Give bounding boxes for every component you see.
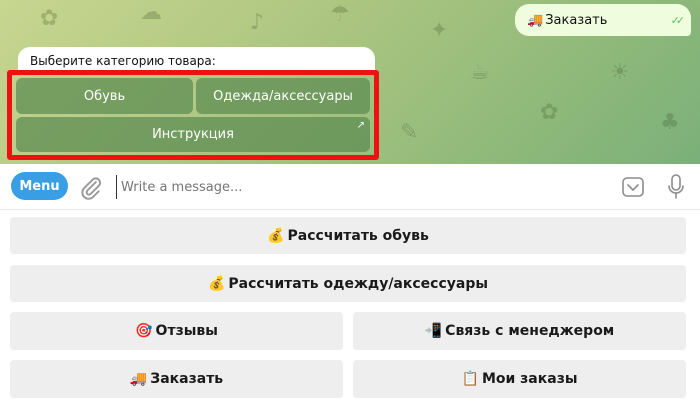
message-input-bar: Menu <box>0 164 700 210</box>
reply-button-label: Рассчитать одежду/аксессуары <box>228 275 489 292</box>
doodle-icon: ☁ <box>140 0 162 25</box>
doodle-icon: ♪ <box>250 10 265 35</box>
calc-clothing-button[interactable]: 💰 Рассчитать одежду/аксессуары <box>10 265 686 302</box>
order-button[interactable]: 🚚 Заказать <box>10 360 343 398</box>
outgoing-message[interactable]: 🚚 Заказать ✓✓ <box>515 4 691 36</box>
paperclip-icon[interactable] <box>78 175 104 201</box>
menu-button-label: Menu <box>19 178 60 194</box>
target-icon: 🎯 <box>135 323 153 339</box>
reply-button-label: Рассчитать обувь <box>287 227 429 244</box>
money-bag-icon: 💰 <box>267 227 285 244</box>
calc-shoes-button[interactable]: 💰 Рассчитать обувь <box>10 217 686 254</box>
doodle-icon: ☕ <box>470 60 490 85</box>
doodle-icon: ✦ <box>430 18 449 43</box>
clipboard-icon: 📋 <box>461 371 479 387</box>
microphone-icon[interactable] <box>667 174 685 200</box>
doodle-icon: ☀ <box>610 60 630 85</box>
reply-button-label: Заказать <box>150 371 224 387</box>
truck-icon: 🚚 <box>129 371 148 387</box>
message-input[interactable] <box>116 175 606 199</box>
menu-button[interactable]: Menu <box>11 172 68 200</box>
outgoing-message-text: Заказать <box>545 12 608 28</box>
phone-arrow-icon: 📲 <box>424 323 443 339</box>
contact-manager-button[interactable]: 📲 Связь с менеджером <box>353 312 686 350</box>
money-bag-icon: 💰 <box>207 275 226 292</box>
doodle-icon: ✎ <box>400 120 419 145</box>
reply-button-label: Отзывы <box>155 323 218 339</box>
reviews-button[interactable]: 🎯 Отзывы <box>10 312 343 350</box>
doodle-icon: ☂ <box>330 2 350 27</box>
read-checkmarks-icon: ✓✓ <box>670 13 686 27</box>
doodle-icon: ♣ <box>660 110 680 135</box>
highlight-box <box>7 70 379 160</box>
reply-button-label: Мои заказы <box>481 371 578 387</box>
my-orders-button[interactable]: 📋 Мои заказы <box>353 360 686 398</box>
incoming-message-text: Выберите категорию товара: <box>30 54 216 68</box>
truck-icon: 🚚 <box>527 12 544 28</box>
doodle-icon: ✿ <box>40 6 59 31</box>
doodle-icon: ✿ <box>540 100 559 125</box>
reply-button-label: Связь с менеджером <box>445 323 615 339</box>
keyboard-toggle-icon[interactable] <box>622 177 644 197</box>
